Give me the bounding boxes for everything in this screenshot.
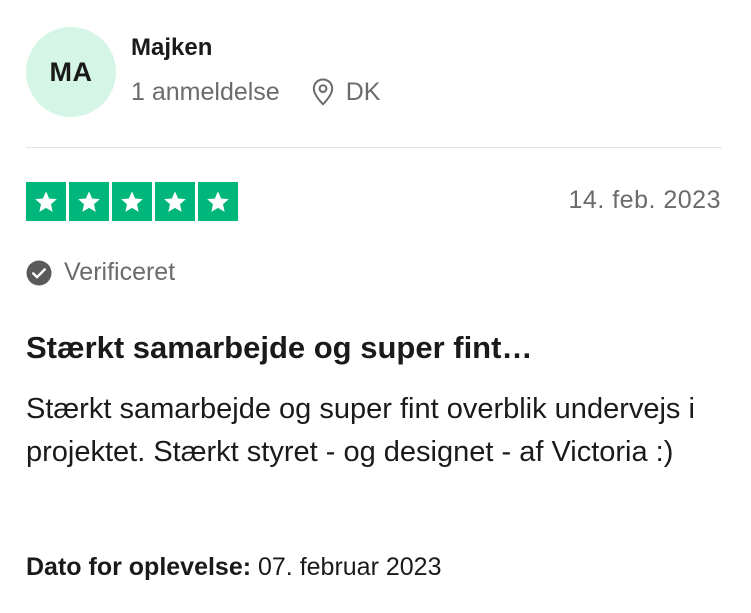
star-icon: [155, 182, 195, 221]
experience-date-label: Dato for oplevelse:: [26, 553, 258, 581]
reviewer-location: DK: [345, 77, 381, 106]
reviewer-meta: 1 anmeldelse DK: [131, 76, 380, 108]
avatar-initials: MA: [49, 56, 93, 87]
reviewer-name[interactable]: Majken: [131, 34, 212, 62]
star-rating: [26, 182, 238, 221]
experience-date-row: Dato for oplevelse: 07. februar 2023: [26, 553, 441, 582]
verified-label: Verificeret: [64, 258, 176, 286]
review-date: 14. feb. 2023: [568, 186, 721, 214]
avatar[interactable]: MA: [26, 27, 116, 117]
star-icon: [26, 182, 66, 221]
star-icon: [198, 182, 238, 221]
star-icon: [112, 182, 152, 221]
review-title[interactable]: Stærkt samarbejde og super fint…: [26, 330, 532, 366]
divider: [26, 147, 722, 148]
experience-date-value: 07. februar 2023: [258, 553, 442, 581]
review-card: MA Majken 1 anmeldelse DK 14. feb. 2023 …: [0, 0, 751, 613]
review-count: 1 anmeldelse: [131, 77, 280, 106]
review-body: Stærkt samarbejde og super fint overblik…: [26, 393, 695, 468]
star-icon: [69, 182, 109, 221]
location-pin-icon: [312, 78, 334, 106]
verified-badge[interactable]: Verificeret: [26, 258, 175, 287]
check-circle-icon: [26, 260, 52, 286]
